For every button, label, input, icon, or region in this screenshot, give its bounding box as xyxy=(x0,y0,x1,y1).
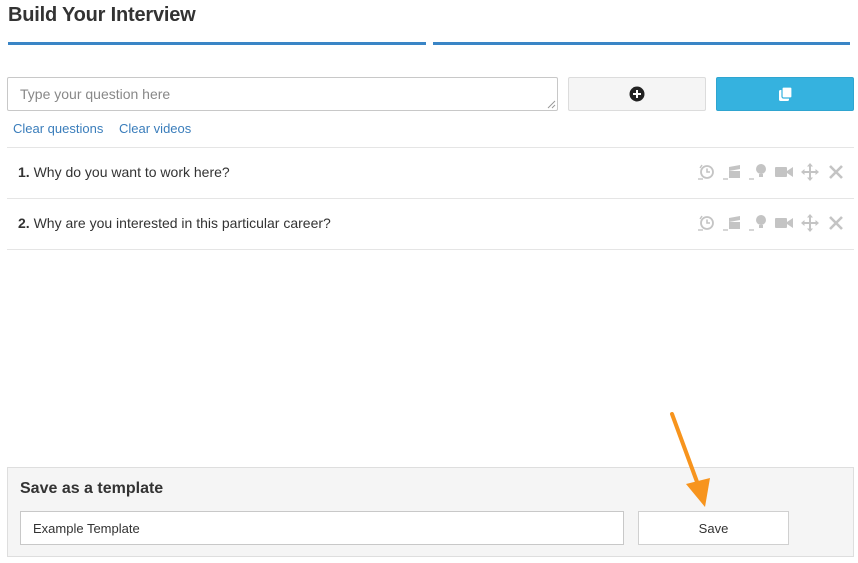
video-camera-icon[interactable] xyxy=(774,213,794,233)
close-icon[interactable] xyxy=(826,162,846,182)
clapperboard-icon[interactable] xyxy=(722,162,742,182)
question-input[interactable] xyxy=(7,77,558,111)
timer-icon[interactable] xyxy=(696,162,716,182)
copy-icon xyxy=(779,86,793,101)
video-camera-icon[interactable] xyxy=(774,162,794,182)
question-actions xyxy=(696,162,846,182)
page-title: Build Your Interview xyxy=(8,4,196,26)
progress-step-1 xyxy=(8,42,426,45)
load-template-button[interactable] xyxy=(716,77,854,111)
clear-questions-link[interactable]: Clear questions xyxy=(13,121,103,136)
close-icon[interactable] xyxy=(826,213,846,233)
move-icon[interactable] xyxy=(800,213,820,233)
save-button[interactable]: Save xyxy=(638,511,789,545)
progress-step-2 xyxy=(433,42,850,45)
question-number: 2. xyxy=(18,215,30,231)
move-icon[interactable] xyxy=(800,162,820,182)
question-text: Why do you want to work here? xyxy=(33,164,230,180)
clapperboard-icon[interactable] xyxy=(722,213,742,233)
question-row: 1. Why do you want to work here? xyxy=(7,148,854,199)
question-number: 1. xyxy=(18,164,30,180)
timer-icon[interactable] xyxy=(696,213,716,233)
save-template-heading: Save as a template xyxy=(20,480,164,497)
lightbulb-icon[interactable] xyxy=(748,162,768,182)
question-text: Why are you interested in this particula… xyxy=(33,215,331,231)
template-name-input[interactable] xyxy=(20,511,624,545)
save-template-panel: Save as a template Save xyxy=(7,467,854,557)
question-list: 1. Why do you want to work here? 2. Why … xyxy=(7,147,854,250)
plus-circle-icon xyxy=(629,86,645,102)
lightbulb-icon[interactable] xyxy=(748,213,768,233)
question-row: 2. Why are you interested in this partic… xyxy=(7,199,854,250)
add-question-button[interactable] xyxy=(568,77,706,111)
question-actions xyxy=(696,213,846,233)
clear-videos-link[interactable]: Clear videos xyxy=(119,121,191,136)
